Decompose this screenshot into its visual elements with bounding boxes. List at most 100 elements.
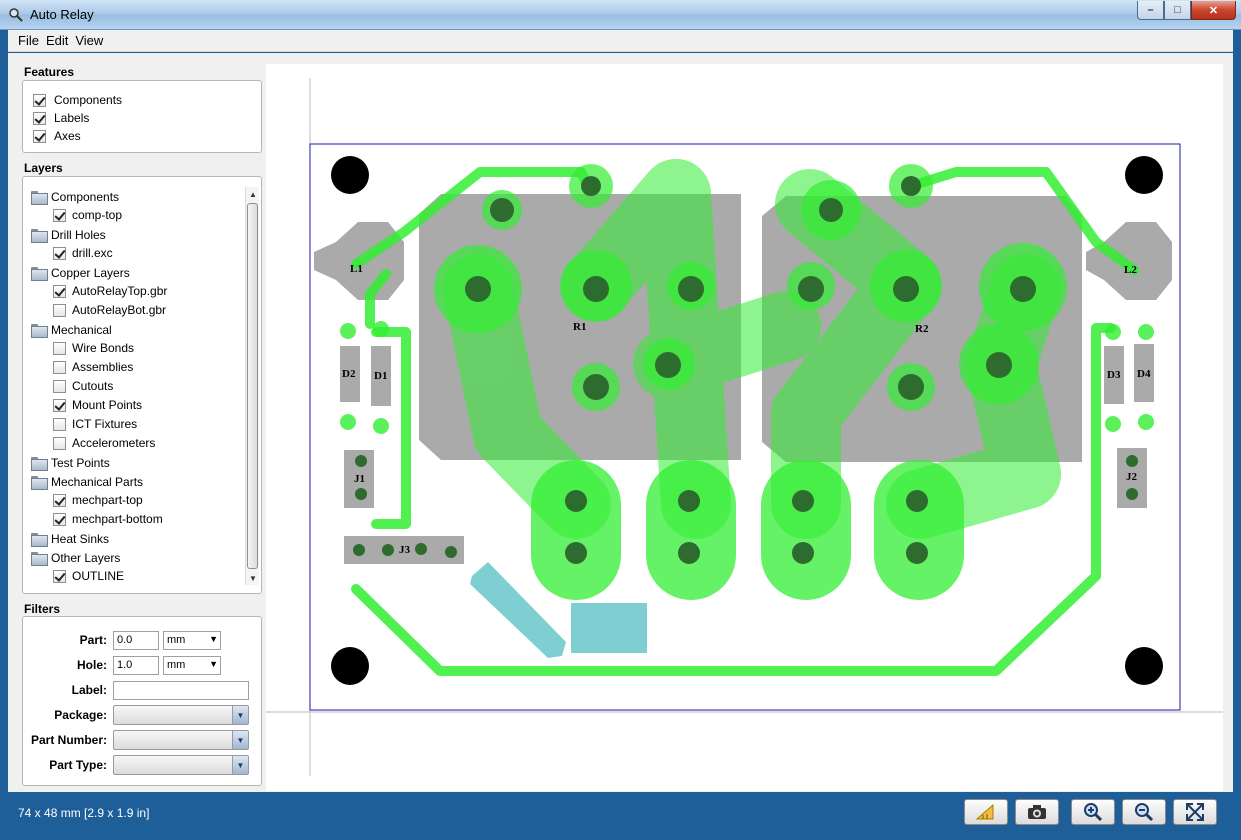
menu-edit[interactable]: Edit: [44, 33, 73, 48]
tree-item-mechpart-bottom[interactable]: mechpart-bottom: [53, 510, 163, 528]
tree-item-ict-fixtures[interactable]: ICT Fixtures: [53, 415, 137, 433]
layer-label: OUTLINE: [72, 569, 125, 583]
part-input[interactable]: [113, 630, 159, 650]
feature-labels[interactable]: Labels: [33, 110, 89, 126]
tree-group-mechanical-parts[interactable]: Mechanical Parts: [31, 473, 143, 491]
hole: [792, 490, 814, 512]
hole-unit-select[interactable]: mm ▼: [163, 655, 221, 675]
filter-package-row: Package: ▼: [17, 705, 249, 725]
hole-input[interactable]: [113, 655, 159, 675]
terminal-pads: [531, 460, 964, 600]
layer-checkbox[interactable]: [53, 246, 66, 260]
side-panel: Features Components Labels Axes Layers C…: [8, 53, 270, 792]
terminal-pad-2: [646, 460, 736, 600]
hole: [581, 176, 601, 196]
layer-checkbox[interactable]: [53, 303, 66, 317]
close-button[interactable]: ✕: [1191, 1, 1236, 20]
layer-checkbox[interactable]: [53, 417, 66, 431]
feature-components[interactable]: Components: [33, 92, 122, 108]
measure-button[interactable]: [964, 799, 1008, 825]
folder-icon: [31, 457, 48, 471]
layer-checkbox[interactable]: [53, 493, 66, 507]
part-label: Part:: [79, 633, 107, 647]
feature-axes[interactable]: Axes: [33, 128, 81, 144]
layer-checkbox[interactable]: [53, 360, 66, 374]
part-number-select[interactable]: ▼: [113, 730, 249, 750]
filter-part-type-row: Part Type: ▼: [17, 755, 249, 775]
zoom-in-button[interactable]: [1071, 799, 1115, 825]
tree-item-autorelaytop[interactable]: AutoRelayTop.gbr: [53, 282, 167, 300]
part-unit-select[interactable]: mm ▼: [163, 630, 221, 650]
hole: [1126, 455, 1138, 467]
tree-item-accelerometers[interactable]: Accelerometers: [53, 434, 155, 452]
components-checkbox[interactable]: [33, 93, 46, 107]
layers-scrollbar[interactable]: ▲ ▼: [245, 187, 259, 585]
hole: [678, 542, 700, 564]
layer-checkbox[interactable]: [53, 341, 66, 355]
fit-screen-button[interactable]: [1173, 799, 1217, 825]
tree-item-drill-exc[interactable]: drill.exc: [53, 244, 113, 262]
group-label: Test Points: [51, 456, 110, 470]
layer-checkbox[interactable]: [53, 398, 66, 412]
tree-group-test-points[interactable]: Test Points: [31, 454, 110, 472]
scroll-down-icon[interactable]: ▼: [246, 571, 260, 585]
tree-group-copper-layers[interactable]: Copper Layers: [31, 264, 130, 282]
layer-checkbox[interactable]: [53, 379, 66, 393]
feature-label: Axes: [54, 129, 81, 143]
feature-label: Labels: [54, 111, 90, 125]
tree-item-mechpart-top[interactable]: mechpart-top: [53, 491, 143, 509]
folder-icon: [31, 533, 48, 547]
tree-group-other-layers[interactable]: Other Layers: [31, 549, 120, 567]
layer-checkbox[interactable]: [53, 284, 66, 298]
tree-group-mechanical[interactable]: Mechanical: [31, 321, 112, 339]
scroll-thumb[interactable]: [247, 203, 258, 569]
tree-group-heat-sinks[interactable]: Heat Sinks: [31, 530, 109, 548]
labels-checkbox[interactable]: [33, 111, 46, 125]
minimize-button[interactable]: –: [1137, 1, 1164, 20]
part-type-label: Part Type:: [49, 758, 107, 772]
menu-view[interactable]: View: [73, 33, 108, 48]
layer-checkbox[interactable]: [53, 569, 66, 583]
hole-label: Hole:: [77, 658, 107, 672]
chevron-down-icon: ▼: [232, 756, 248, 774]
snapshot-button[interactable]: [1015, 799, 1059, 825]
tree-item-outline[interactable]: OUTLINE: [53, 567, 124, 585]
package-select[interactable]: ▼: [113, 705, 249, 725]
chevron-down-icon: ▼: [232, 706, 248, 724]
tree-item-assemblies[interactable]: Assemblies: [53, 358, 133, 376]
app-icon: [9, 8, 23, 22]
label-input[interactable]: [113, 680, 249, 700]
menu-file[interactable]: File: [8, 33, 44, 48]
scroll-up-icon[interactable]: ▲: [246, 187, 260, 201]
tree-group-drill-holes[interactable]: Drill Holes: [31, 226, 106, 244]
hole: [1010, 276, 1036, 302]
board-canvas[interactable]: L1 L2 R1 R2 D2 D1 D3 D4 J1 J2 J3: [266, 64, 1223, 791]
folder-icon: [31, 476, 48, 490]
zoom-out-button[interactable]: [1122, 799, 1166, 825]
group-label: Components: [51, 190, 120, 204]
tree-item-wire-bonds[interactable]: Wire Bonds: [53, 339, 134, 357]
part-number-label: Part Number:: [30, 733, 107, 747]
tree-item-cutouts[interactable]: Cutouts: [53, 377, 113, 395]
layer-label: comp-top: [72, 208, 123, 222]
pcb-view[interactable]: L1 L2 R1 R2 D2 D1 D3 D4 J1 J2 J3: [266, 64, 1223, 791]
layer-checkbox[interactable]: [53, 512, 66, 526]
tree-item-comp-top[interactable]: comp-top: [53, 206, 122, 224]
tree-item-autorelaybot[interactable]: AutoRelayBot.gbr: [53, 301, 166, 319]
maximize-button[interactable]: □: [1164, 1, 1191, 20]
folder-icon: [31, 229, 48, 243]
mount-hole-top-right: [1125, 156, 1163, 194]
layer-checkbox[interactable]: [53, 436, 66, 450]
main-panel: Features Components Labels Axes Layers C…: [8, 53, 1233, 792]
hole: [465, 276, 491, 302]
close-icon: ✕: [1208, 4, 1219, 17]
axes-checkbox[interactable]: [33, 129, 46, 143]
part-type-select[interactable]: ▼: [113, 755, 249, 775]
hole: [678, 276, 704, 302]
features-box: Components Labels Axes: [22, 80, 262, 153]
layer-checkbox[interactable]: [53, 208, 66, 222]
zoom-out-icon: [1135, 803, 1154, 822]
hole: [355, 455, 367, 467]
tree-item-mount-points[interactable]: Mount Points: [53, 396, 142, 414]
tree-group-components[interactable]: Components: [31, 188, 119, 206]
